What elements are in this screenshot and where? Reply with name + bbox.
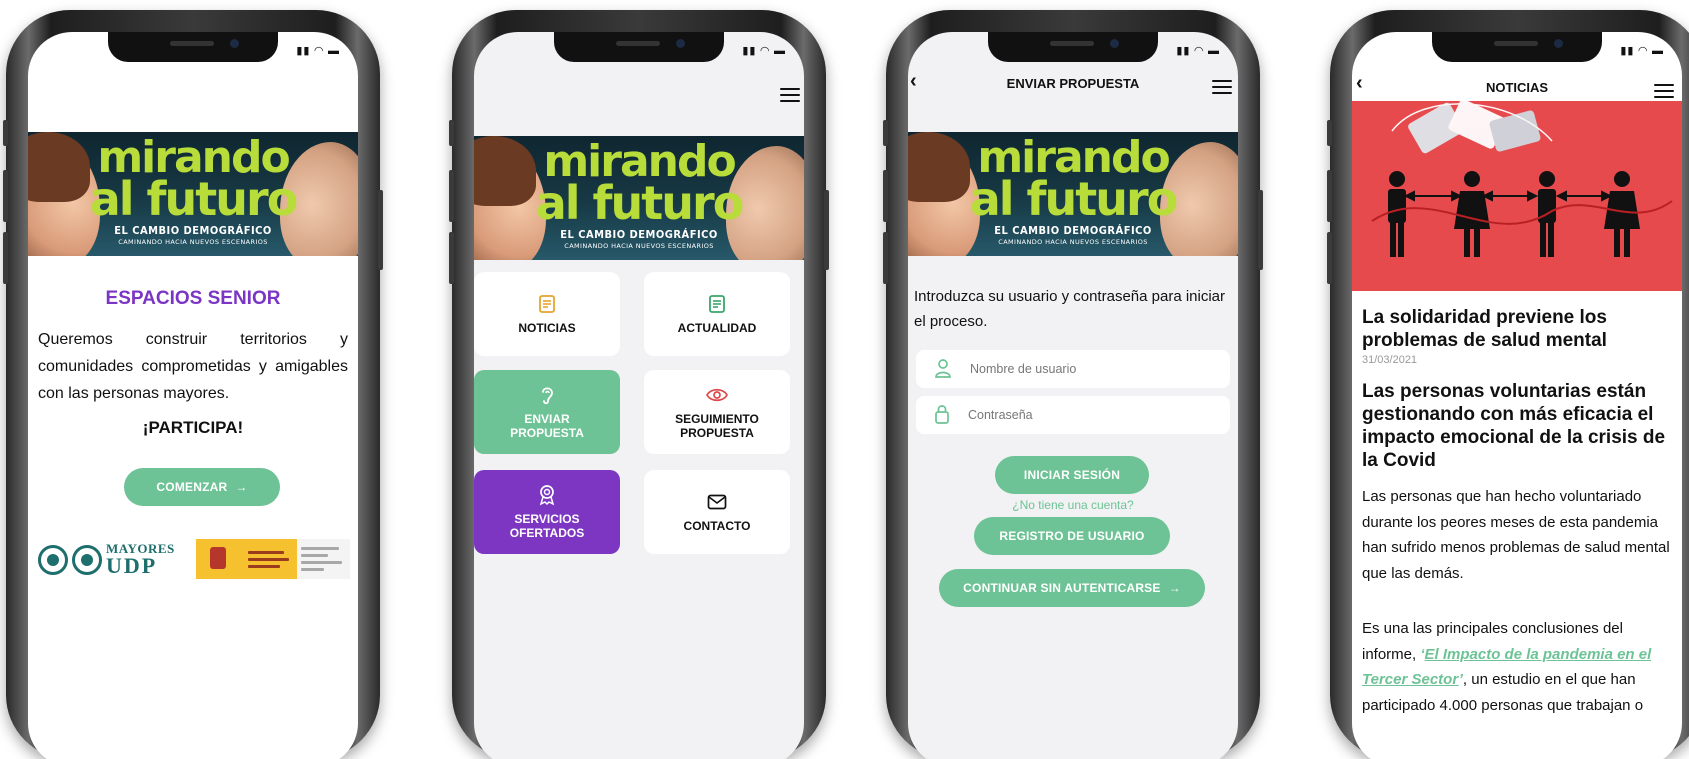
screen-espacios-senior: ▮▮ ◠ ▬ mirando al futuro EL CAMBIO DEMOG… [28,32,358,759]
continue-button[interactable]: CONTINUAR SIN AUTENTICARSE → [939,569,1205,607]
tile-label: SERVICIOS OFERTADOS [509,512,585,540]
menu-icon[interactable] [780,88,800,102]
tile-servicios-ofertados[interactable]: SERVICIOS OFERTADOS [474,470,620,554]
banner-mirando-al-futuro: mirando al futuro EL CAMBIO DEMOGRÁFICO … [908,132,1238,256]
newspaper-icon [706,293,728,315]
news-paragraph-1: Las personas que han hecho voluntariado … [1362,488,1670,582]
username-field[interactable]: Nombre de usuario [916,350,1230,388]
banner-subtitle: EL CAMBIO DEMOGRÁFICO [114,224,272,237]
notch [1432,32,1602,62]
eye-icon [706,384,728,406]
news-headline[interactable]: La solidaridad previene los problemas de… [1362,306,1672,352]
nav-title: NOTICIAS [1485,80,1549,95]
screen-noticias: ▮▮ ◠ ▬ ‹ NOTICIAS La solidaridad previen… [1352,32,1682,759]
continue-button-label: CONTINUAR SIN AUTENTICARSE [963,581,1161,595]
password-field[interactable]: Contraseña [916,396,1230,434]
news-image [1352,101,1682,291]
screen-enviar-propuesta: ▮▮ ◠ ▬ ‹ ENVIAR PROPUESTA mirando al fut… [908,32,1238,759]
menu-icon[interactable] [1654,84,1674,98]
start-button[interactable]: COMENZAR → [124,468,280,506]
phone-frame-2: ▮▮ ◠ ▬ mirando al futuro EL CAMBIO DEMOG… [449,10,829,759]
login-button[interactable]: INICIAR SESIÓN [995,456,1149,494]
register-button-label: REGISTRO DE USUARIO [999,529,1145,543]
tile-actualidad[interactable]: ACTUALIDAD [644,272,790,356]
menu-icon[interactable] [1212,80,1232,94]
notch [554,32,724,62]
tile-label: SEGUIMIENTO PROPUESTA [675,412,759,440]
participa-heading: ¡PARTICIPA! [142,418,244,437]
ear-icon [536,384,558,406]
tile-label: CONTACTO [683,519,751,533]
login-button-label: INICIAR SESIÓN [1023,468,1121,482]
username-placeholder: Nombre de usuario [970,362,1077,376]
tile-seguimiento-propuesta[interactable]: SEGUIMIENTO PROPUESTA [644,370,790,454]
tile-enviar-propuesta[interactable]: ENVIAR PROPUESTA [474,370,620,454]
tile-label: NOTICIAS [518,321,576,335]
envelope-icon [706,491,728,513]
udp-logo: MAYORES UDP [38,542,175,577]
status-icons: ▮▮ ◠ ▬ [742,45,786,57]
banner-title-2: al futuro [969,172,1179,226]
banner-title-2: al futuro [89,172,299,226]
arrow-right-icon: → [235,480,248,494]
password-placeholder: Contraseña [968,408,1033,422]
udp-logo-bottom: UDP [106,553,158,578]
status-icons: ▮▮ ◠ ▬ [1620,45,1664,57]
phone-frame-4: ▮▮ ◠ ▬ ‹ NOTICIAS La solidaridad previen… [1327,10,1689,759]
banner-tagline: CAMINANDO HACIA NUEVOS ESCENARIOS [998,238,1148,246]
newspaper-icon [536,293,558,315]
status-icons: ▮▮ ◠ ▬ [296,45,340,57]
phone-frame-1: ▮▮ ◠ ▬ mirando al futuro EL CAMBIO DEMOG… [3,10,383,759]
register-button[interactable]: REGISTRO DE USUARIO [974,517,1170,555]
news-subheadline: Las personas voluntarias están gestionan… [1362,381,1666,471]
news-paragraph-2: Es una las principales conclusiones del … [1362,616,1674,718]
notch [108,32,278,62]
screen-menu: ▮▮ ◠ ▬ mirando al futuro EL CAMBIO DEMOG… [474,32,804,759]
globe-icon [38,544,68,575]
notch [988,32,1158,62]
user-icon [934,358,952,381]
tile-noticias[interactable]: NOTICIAS [474,272,620,356]
banner-title-2: al futuro [535,176,745,230]
status-icons: ▮▮ ◠ ▬ [1176,45,1220,57]
banner-mirando-al-futuro: mirando al futuro EL CAMBIO DEMOGRÁFICO … [474,136,804,260]
intro-text: Queremos construir territorios y comunid… [38,331,348,402]
tile-label: ACTUALIDAD [677,321,757,335]
banner-mirando-al-futuro: mirando al futuro EL CAMBIO DEMOGRÁFICO … [28,132,358,256]
arrow-right-icon: → [1168,581,1181,595]
tile-contacto[interactable]: CONTACTO [644,470,790,554]
nav-title: ENVIAR PROPUESTA [1006,76,1140,91]
tile-label: ENVIAR PROPUESTA [510,412,584,440]
login-intro: Introduzca su usuario y contraseña para … [914,288,1226,330]
ministry-logo [196,539,350,579]
section-title: ESPACIOS SENIOR [105,288,281,309]
banner-subtitle: EL CAMBIO DEMOGRÁFICO [994,224,1152,237]
banner-tagline: CAMINANDO HACIA NUEVOS ESCENARIOS [118,238,268,246]
start-button-label: COMENZAR [156,480,228,494]
banner-tagline: CAMINANDO HACIA NUEVOS ESCENARIOS [564,242,714,250]
banner-subtitle: EL CAMBIO DEMOGRÁFICO [560,228,718,241]
globe-icon [72,544,102,575]
lock-icon [934,404,950,427]
no-account-link[interactable]: ¿No tiene una cuenta? [908,498,1238,512]
phone-frame-3: ▮▮ ◠ ▬ ‹ ENVIAR PROPUESTA mirando al fut… [883,10,1263,759]
news-date: 31/03/2021 [1362,354,1418,366]
coat-of-arms-icon [196,539,244,579]
award-icon [536,484,558,506]
